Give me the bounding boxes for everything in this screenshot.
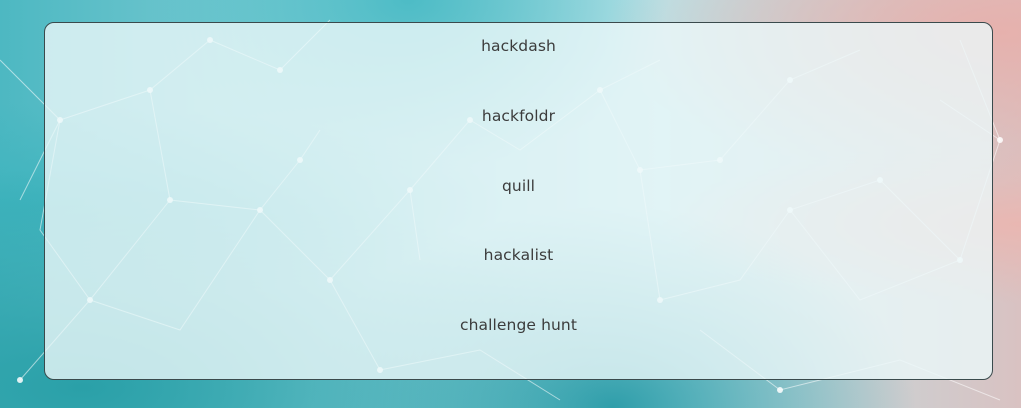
- menu-item-hackfoldr[interactable]: hackfoldr: [45, 107, 992, 125]
- menu-item-quill[interactable]: quill: [45, 177, 992, 195]
- menu-item-challenge-hunt[interactable]: challenge hunt: [45, 316, 992, 334]
- link-list-panel: hackdash hackfoldr quill hackalist chall…: [44, 22, 993, 380]
- menu-item-hackdash[interactable]: hackdash: [45, 37, 992, 55]
- menu-item-hackalist[interactable]: hackalist: [45, 246, 992, 264]
